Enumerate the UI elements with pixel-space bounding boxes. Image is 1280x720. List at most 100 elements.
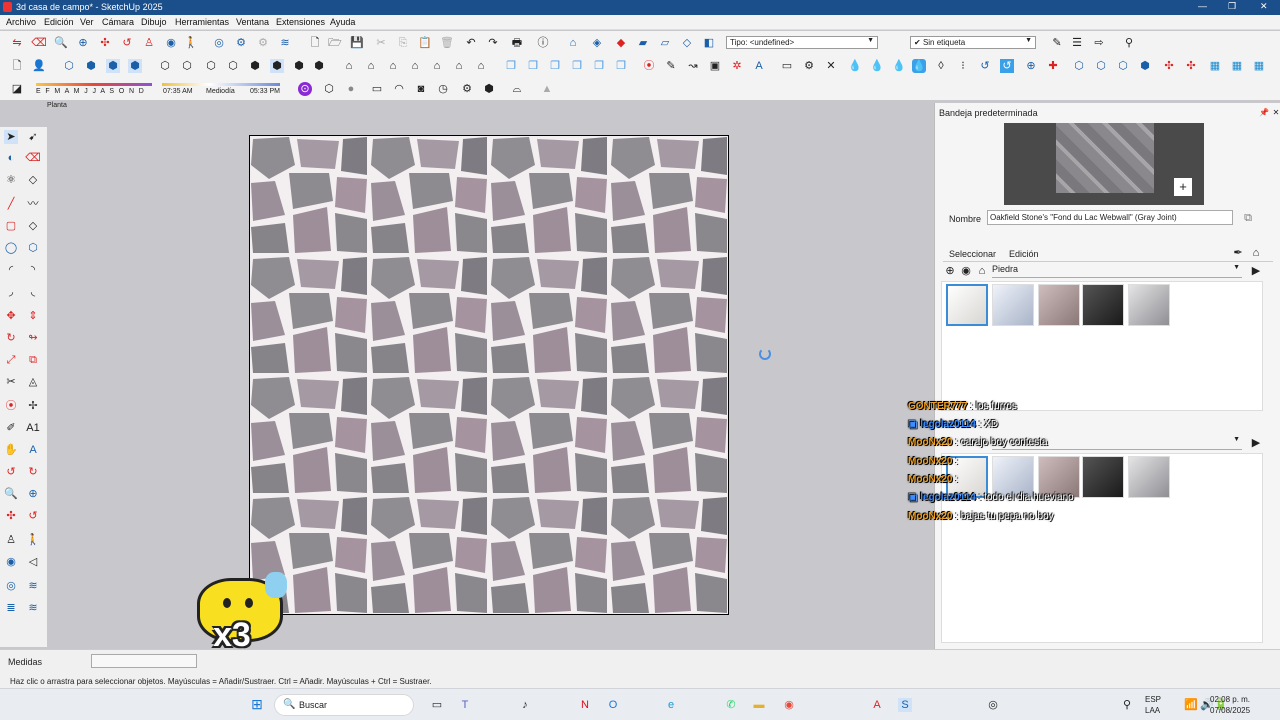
house-5-icon[interactable]: ⌂ [430, 59, 444, 73]
tiktok-icon[interactable]: ♪ [518, 698, 532, 712]
details-arrow-2-icon[interactable]: ▶ [1249, 436, 1263, 450]
style-back-edges-icon[interactable]: ⬡ [180, 59, 194, 73]
component-icon[interactable]: ◆ [614, 36, 628, 50]
cam-4-icon[interactable]: ◷ [436, 82, 450, 96]
stack-2-icon[interactable]: ≋ [26, 601, 40, 615]
rectangle-icon[interactable]: ▢ [4, 219, 18, 233]
section-display-icon[interactable]: ▱ [658, 36, 672, 50]
select-cross-icon[interactable]: ⇋ [10, 36, 24, 50]
sphere-icon[interactable]: ● [344, 82, 358, 96]
image-tool-icon[interactable]: ▣ [708, 59, 722, 73]
house-4-icon[interactable]: ⌂ [408, 59, 422, 73]
user-icon[interactable]: 👤 [32, 59, 46, 73]
section-fill-icon[interactable]: ◧ [702, 36, 716, 50]
menu-edicion[interactable]: Edición [44, 17, 74, 27]
redo-icon[interactable]: ↷ [486, 36, 500, 50]
hex-3-icon[interactable]: ⬡ [1116, 59, 1130, 73]
arc-2-icon[interactable]: ◝ [26, 263, 40, 277]
section-cut-icon[interactable]: ◇ [680, 36, 694, 50]
axes-icon[interactable]: ✢ [26, 399, 40, 413]
house-1-icon[interactable]: ⌂ [342, 59, 356, 73]
gear-faded-icon[interactable]: ⚙ [256, 36, 270, 50]
wifi-icon[interactable]: 📶 [1184, 698, 1198, 712]
forward-icon[interactable]: ◉ [959, 264, 973, 278]
look-around-icon[interactable]: ◉ [164, 36, 178, 50]
pan-icon[interactable]: ✋ [4, 443, 18, 457]
chrome-icon[interactable]: ◉ [782, 698, 796, 712]
position-cam-icon[interactable]: ♙ [4, 533, 18, 547]
house-2-icon[interactable]: ⌂ [364, 59, 378, 73]
add-circle-icon[interactable]: ⊕ [1024, 59, 1038, 73]
walk-2-icon[interactable]: 🚶 [26, 533, 40, 547]
measure-input[interactable] [91, 654, 197, 668]
arc-icon[interactable]: ◜ [4, 263, 18, 277]
tray-close-icon[interactable]: ✕ [1269, 106, 1280, 120]
material-swatch-black-2[interactable] [1082, 456, 1124, 498]
house-7-icon[interactable]: ⌂ [474, 59, 488, 73]
outlook-icon[interactable]: O [606, 698, 620, 712]
tag-paint-icon[interactable]: ⚛ [4, 173, 18, 187]
close-button[interactable]: ✕ [1260, 1, 1268, 12]
house-3-icon[interactable]: ⌂ [386, 59, 400, 73]
save-icon[interactable]: 💾 [350, 36, 364, 50]
dimension-icon[interactable]: ⦿ [4, 399, 18, 413]
magnet-icon[interactable]: ⁝ [956, 59, 970, 73]
view-iso-icon[interactable]: ⬡ [62, 59, 76, 73]
tape-icon[interactable]: ✂ [4, 375, 18, 389]
freehand-icon[interactable]: 〰 [26, 197, 40, 211]
push-pull-icon[interactable]: ⇕ [26, 309, 40, 323]
eyedropper-icon[interactable]: ✒ [1231, 246, 1245, 260]
arc-3-icon[interactable]: ◞ [4, 285, 18, 299]
orbit-tool-icon[interactable]: ↺ [4, 465, 18, 479]
taskbar-search[interactable]: 🔍 Buscar [274, 694, 414, 716]
material-home-icon[interactable]: ⌂ [1249, 246, 1263, 260]
sketchup-icon[interactable]: S [898, 698, 912, 712]
zoom-window-icon[interactable]: ⊕ [76, 36, 90, 50]
drop-5-icon[interactable]: ◊ [934, 59, 948, 73]
gear-2-icon[interactable]: ⚙ [460, 82, 474, 96]
lasso-2-icon[interactable]: ↺ [1000, 59, 1014, 73]
view-front-icon[interactable]: ⬢ [106, 59, 120, 73]
tag-tool-icon[interactable]: ✎ [1050, 36, 1064, 50]
look-around-2-icon[interactable]: ◉ [4, 555, 18, 569]
group-3-icon[interactable]: ❐ [548, 59, 562, 73]
hex-1-icon[interactable]: ⬡ [1072, 59, 1086, 73]
line-icon[interactable]: ╱ [4, 197, 18, 211]
cam-2-icon[interactable]: ◠ [392, 82, 406, 96]
delete-icon[interactable]: 🗑 [440, 36, 454, 50]
text-tool-icon[interactable]: ✐ [4, 421, 18, 435]
copy-icon[interactable]: ⎘ [396, 36, 410, 50]
details-arrow-icon[interactable]: ▶ [1249, 264, 1263, 278]
style-dark-icon[interactable]: ⬢ [312, 59, 326, 73]
profile-icon[interactable]: ⊙ [298, 82, 312, 96]
layers-2-icon[interactable]: ≋ [26, 579, 40, 593]
style-hidden-line-icon[interactable]: ⬡ [226, 59, 240, 73]
3d-text-icon[interactable]: A [26, 443, 40, 457]
material-name-field[interactable]: Oakfield Stone's "Fond du Lac Webwall" (… [987, 210, 1233, 225]
print-icon[interactable]: 🖶 [510, 36, 524, 50]
group-1-icon[interactable]: ❐ [504, 59, 518, 73]
protractor-icon[interactable]: ◬ [26, 375, 40, 389]
duplicate-icon[interactable]: ⧉ [1241, 211, 1255, 225]
scene-tab[interactable]: Planta [47, 102, 67, 109]
view-right-icon[interactable]: ⬢ [128, 59, 142, 73]
paste-icon[interactable]: 📋 [418, 36, 432, 50]
tab-seleccionar[interactable]: Seleccionar [949, 249, 996, 259]
paint-bucket-icon[interactable]: ◐ [4, 151, 18, 165]
material-swatch-pink[interactable] [1038, 284, 1080, 326]
menu-ver[interactable]: Ver [80, 17, 94, 27]
cam-1-icon[interactable]: ▭ [370, 82, 384, 96]
previous-view-icon[interactable]: ↺ [26, 509, 40, 523]
file-explorer-icon[interactable]: ▬ [752, 698, 766, 712]
drop-1-icon[interactable]: 💧 [848, 59, 862, 73]
cluster-1-icon[interactable]: ✣ [1162, 59, 1176, 73]
axis-icon[interactable]: ✚ [1046, 59, 1060, 73]
acrobat-icon[interactable]: A [870, 698, 884, 712]
home-icon[interactable]: ⌂ [975, 264, 989, 278]
material-swatch-black[interactable] [1082, 284, 1124, 326]
open-folder-icon[interactable]: 🗁 [328, 36, 342, 50]
rotate-icon[interactable]: ↻ [4, 331, 18, 345]
hex-2-icon[interactable]: ⬡ [1094, 59, 1108, 73]
position-camera-icon[interactable]: ♙ [142, 36, 156, 50]
edge-icon[interactable]: e [664, 698, 678, 712]
